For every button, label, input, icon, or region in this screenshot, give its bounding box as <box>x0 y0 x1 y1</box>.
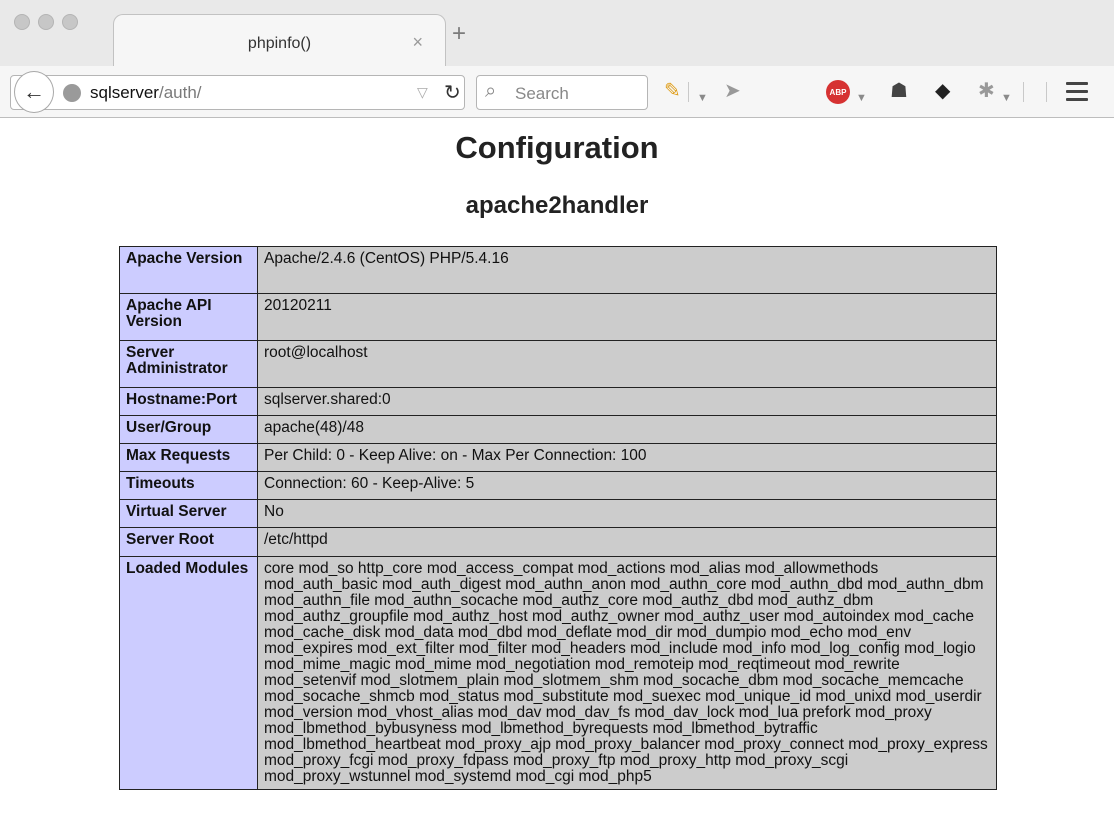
config-key: Server Administrator <box>119 340 258 388</box>
magnifier-icon: ⌕ <box>485 80 497 102</box>
config-key: Virtual Server <box>119 499 258 528</box>
window-titlebar: phpinfo() × + <box>0 0 1114 66</box>
table-row: Max Requests Per Child: 0 - Keep Alive: … <box>119 443 997 472</box>
navigation-toolbar: sqlserver/auth/ ▽ ↻ ← ⌕ Search ✎ ▼ ➤ ABP… <box>0 66 1114 118</box>
pencil-icon[interactable]: ✎ <box>664 79 681 103</box>
config-key: Hostname:Port <box>119 387 258 416</box>
config-value: 20120211 <box>257 293 997 341</box>
config-key: User/Group <box>119 415 258 444</box>
search-placeholder: Search <box>515 84 569 103</box>
globe-icon <box>63 84 81 102</box>
zoom-window-button[interactable] <box>62 14 78 30</box>
url-host: sqlserver <box>90 83 159 102</box>
table-row: Virtual Server No <box>119 499 997 528</box>
bee-dropdown-icon[interactable]: ▼ <box>1001 86 1012 110</box>
tag-icon[interactable]: ◆ <box>935 79 950 103</box>
table-row: Loaded Modules core mod_so http_core mod… <box>119 556 997 790</box>
reload-icon[interactable]: ↻ <box>444 80 461 105</box>
config-value: sqlserver.shared:0 <box>257 387 997 416</box>
search-input[interactable]: ⌕ Search <box>476 75 648 110</box>
config-value: Apache/2.4.6 (CentOS) PHP/5.4.16 <box>257 246 997 294</box>
toolbar-divider <box>688 82 689 102</box>
send-icon[interactable]: ➤ <box>724 79 741 103</box>
page-title: Configuration <box>455 130 659 165</box>
config-value: Connection: 60 - Keep-Alive: 5 <box>257 471 997 500</box>
config-value: No <box>257 499 997 528</box>
config-key: Max Requests <box>119 443 258 472</box>
url-bar[interactable]: sqlserver/auth/ ▽ ↻ <box>10 75 465 110</box>
table-row: Timeouts Connection: 60 - Keep-Alive: 5 <box>119 471 997 500</box>
url-path: /auth/ <box>158 83 202 102</box>
adblock-dropdown-icon[interactable]: ▼ <box>856 86 867 110</box>
table-row: Server Administrator root@localhost <box>119 340 997 388</box>
minimize-window-button[interactable] <box>38 14 54 30</box>
tab-close-icon[interactable]: × <box>412 32 423 53</box>
config-key: Apache API Version <box>119 293 258 341</box>
config-key: Timeouts <box>119 471 258 500</box>
back-button[interactable]: ← <box>14 71 54 113</box>
config-key: Apache Version <box>119 246 258 294</box>
config-value: Per Child: 0 - Keep Alive: on - Max Per … <box>257 443 997 472</box>
config-key: Server Root <box>119 527 258 557</box>
config-value: /etc/httpd <box>257 527 997 557</box>
page-subtitle: apache2handler <box>465 192 649 219</box>
table-row: Apache Version Apache/2.4.6 (CentOS) PHP… <box>119 246 997 294</box>
url-text[interactable]: sqlserver/auth/ <box>90 83 202 103</box>
new-tab-button[interactable]: + <box>452 22 466 46</box>
ghostery-icon[interactable]: ☗ <box>890 79 908 103</box>
tab-phpinfo[interactable]: phpinfo() × <box>113 14 446 66</box>
toolbar-divider <box>1023 82 1024 102</box>
config-value: apache(48)/48 <box>257 415 997 444</box>
close-window-button[interactable] <box>14 14 30 30</box>
config-value: core mod_so http_core mod_access_compat … <box>257 556 997 790</box>
config-key: Loaded Modules <box>119 556 258 790</box>
url-history-dropdown-icon[interactable]: ▽ <box>417 84 428 101</box>
bee-icon[interactable]: ✱ <box>978 79 995 103</box>
adblock-plus-icon[interactable]: ABP <box>826 80 850 104</box>
hamburger-menu-icon[interactable] <box>1066 82 1088 106</box>
table-row: User/Group apache(48)/48 <box>119 415 997 444</box>
pencil-dropdown-icon[interactable]: ▼ <box>697 86 708 110</box>
table-row: Hostname:Port sqlserver.shared:0 <box>119 387 997 416</box>
config-table: Apache Version Apache/2.4.6 (CentOS) PHP… <box>119 246 997 790</box>
back-arrow-icon: ← <box>23 79 45 104</box>
tab-title: phpinfo() <box>247 35 312 52</box>
config-value: root@localhost <box>257 340 997 388</box>
toolbar-divider <box>1046 82 1047 102</box>
table-row: Server Root /etc/httpd <box>119 527 997 557</box>
table-row: Apache API Version 20120211 <box>119 293 997 341</box>
